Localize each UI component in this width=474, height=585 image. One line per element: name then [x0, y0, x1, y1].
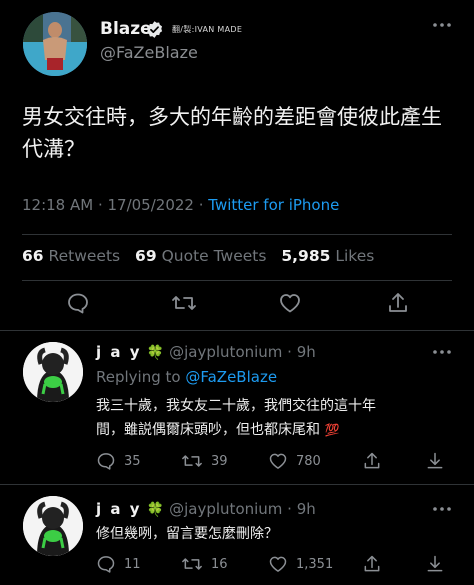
tweet-meta: 12:18 AM · 17/05/2022 · Twitter for iPho… — [22, 196, 339, 214]
likes-count: 5,985 — [281, 247, 331, 265]
reply-text-line: 我三十歲，我女友二十歲，我們交往的這十年 — [96, 398, 376, 414]
like-count: 780 — [296, 453, 321, 469]
like-count: 1,351 — [296, 556, 334, 572]
quotes-label: Quote Tweets — [161, 247, 267, 265]
retweets-count: 66 — [22, 247, 44, 265]
divider — [0, 484, 474, 485]
reply-handle-time[interactable]: @jayplutonium · 9h — [169, 500, 316, 518]
reply-text: 修但幾咧，留言要怎麼刪除？ — [96, 526, 278, 542]
replying-to-link[interactable]: @FaZeBlaze — [185, 368, 277, 386]
likes-stat[interactable]: 5,985 Likes — [281, 247, 374, 265]
more-icon[interactable] — [432, 22, 452, 28]
reply-button[interactable]: 11 — [96, 554, 141, 574]
handle[interactable]: @FaZeBlaze — [100, 43, 198, 62]
reply-text: 我三十歲，我女友二十歲，我們交往的這十年 間，雖説偶爾床頭吵，但也都床尾和 💯 — [96, 394, 456, 442]
quotes-stat[interactable]: 69 Quote Tweets — [135, 247, 266, 265]
display-name[interactable]: Blaze — [100, 19, 152, 39]
divider — [22, 280, 452, 281]
clover-icon: 🍀 — [146, 345, 165, 361]
share-icon[interactable] — [386, 291, 410, 315]
more-icon[interactable] — [432, 506, 452, 512]
reply-icon — [96, 554, 116, 574]
share-icon[interactable] — [362, 451, 382, 471]
reply-display-name[interactable]: j a y — [96, 500, 142, 518]
retweet-count: 39 — [211, 453, 228, 469]
like-button[interactable]: 1,351 — [268, 554, 333, 574]
reply-avatar[interactable] — [23, 496, 83, 556]
likes-label: Likes — [335, 247, 375, 265]
hundred-emoji: 💯 — [324, 423, 340, 437]
tweet-text: 男女交往時，多大的年齡的差距會使彼此產生代溝？ — [22, 105, 442, 161]
retweet-icon — [181, 451, 203, 471]
retweet-icon — [181, 554, 203, 574]
reply-handle-time[interactable]: @jayplutonium · 9h — [169, 343, 316, 361]
like-icon — [268, 554, 288, 574]
reply-header: j a y 🍀 @jayplutonium · 9h — [96, 499, 316, 518]
like-icon[interactable] — [278, 291, 302, 315]
retweet-button[interactable]: 39 — [181, 451, 228, 471]
download-icon[interactable] — [425, 554, 445, 574]
reply-count: 35 — [124, 453, 141, 469]
reply-avatar[interactable] — [23, 342, 83, 402]
replying-prefix: Replying to — [96, 368, 186, 386]
retweet-count: 16 — [211, 556, 228, 572]
download-icon[interactable] — [425, 451, 445, 471]
clover-icon: 🍀 — [146, 502, 165, 518]
verified-icon — [145, 20, 164, 39]
credit-label: 翻/製:IVAN MADE — [172, 25, 243, 34]
avatar[interactable] — [23, 12, 87, 76]
reply-display-name[interactable]: j a y — [96, 343, 142, 361]
retweets-stat[interactable]: 66 Retweets — [22, 247, 120, 265]
tweet-stats: 66 Retweets 69 Quote Tweets 5,985 Likes — [22, 247, 374, 265]
quotes-count: 69 — [135, 247, 157, 265]
reply-icon — [96, 451, 116, 471]
timestamp[interactable]: 12:18 AM · 17/05/2022 · — [22, 196, 208, 214]
retweet-icon[interactable] — [171, 291, 197, 315]
source-link[interactable]: Twitter for iPhone — [208, 196, 339, 214]
like-button[interactable]: 780 — [268, 451, 321, 471]
replying-to: Replying to @FaZeBlaze — [96, 368, 277, 386]
share-icon[interactable] — [362, 554, 382, 574]
reply-text-line: 間，雖説偶爾床頭吵，但也都床尾和 — [96, 422, 320, 438]
reply-header: j a y 🍀 @jayplutonium · 9h — [96, 342, 316, 361]
reply-count: 11 — [124, 556, 141, 572]
retweets-label: Retweets — [48, 247, 121, 265]
divider — [22, 234, 452, 235]
reply-button[interactable]: 35 — [96, 451, 141, 471]
more-icon[interactable] — [432, 349, 452, 355]
divider — [0, 330, 474, 331]
reply-icon[interactable] — [66, 291, 90, 315]
like-icon — [268, 451, 288, 471]
retweet-button[interactable]: 16 — [181, 554, 228, 574]
